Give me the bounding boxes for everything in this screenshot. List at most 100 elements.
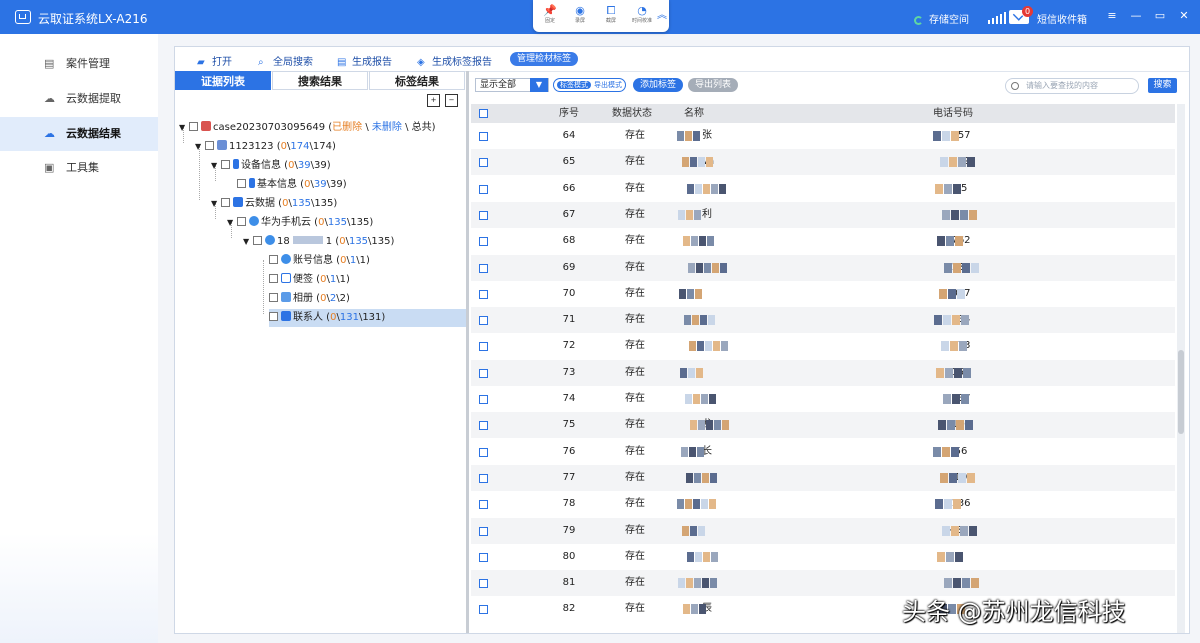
mode-toggle[interactable]: 标签模式 导出模式 (553, 78, 626, 92)
sidebar-item-cloud-extract[interactable]: ☁ 云数据提取 (0, 82, 158, 116)
table-row[interactable]: 65存在wa159 (471, 149, 1175, 176)
tree-checkbox[interactable] (253, 236, 262, 245)
tree-checkbox[interactable] (269, 293, 278, 302)
table-row[interactable]: 78 存在 136 (471, 491, 1175, 517)
table-row[interactable]: 72存在173 (471, 333, 1175, 359)
tree-node-case[interactable]: ▼ case20230703095649 (已删除 \ 未删除 \ 总共) (179, 119, 436, 137)
sidebar-item-toolbox[interactable]: ▣ 工具集 (0, 151, 158, 185)
column-header-phone[interactable]: 电话号码 (933, 104, 973, 123)
table-row[interactable]: 64 存在张 157 (471, 123, 1175, 149)
record-tool-button[interactable]: ◉ 录屏 (565, 4, 595, 25)
row-checkbox[interactable] (479, 210, 488, 220)
tree-node-account[interactable]: ▼ 18 1 (0\135\135) (243, 233, 394, 251)
table-row[interactable]: 75存在龙186 (471, 412, 1175, 439)
row-checkbox[interactable] (479, 395, 488, 404)
table-row[interactable]: 79存在+861 (471, 517, 1175, 544)
tree-checkbox[interactable] (237, 217, 246, 226)
sidebar-item-case-management[interactable]: ▤ 案件管理 (0, 47, 158, 81)
tree-node-contacts[interactable]: 联系人 (0\131\131) (269, 309, 466, 327)
maximize-button[interactable]: ▭ (1152, 8, 1168, 24)
tree-checkbox[interactable] (269, 312, 278, 321)
expand-all-icon[interactable]: + (427, 94, 440, 107)
tree-node-huawei-cloud[interactable]: ▼ 华为手机云 (0\135\135) (227, 214, 373, 232)
tree-node-device-info[interactable]: ▼ 设备信息 (0\39\39) (211, 157, 331, 175)
table-row[interactable]: 68存在762 (471, 228, 1175, 254)
chevron-down-icon[interactable]: ▼ (530, 78, 548, 92)
collapse-arrow-icon[interactable]: ▼ (211, 157, 221, 175)
row-checkbox[interactable] (479, 473, 488, 483)
minimize-button[interactable]: — (1128, 8, 1144, 24)
tree-node-cloud-data[interactable]: ▼ 云数据 (0\135\135) (211, 195, 337, 213)
table-row[interactable]: 69 存在 137 (471, 254, 1175, 281)
tab-search-results[interactable]: 搜索结果 (272, 71, 368, 90)
collapse-arrow-icon[interactable]: ▼ (179, 119, 189, 137)
tree-checkbox[interactable] (221, 198, 230, 207)
collapse-all-icon[interactable]: − (445, 94, 458, 107)
row-checkbox[interactable] (479, 447, 488, 457)
table-row[interactable]: 80 存在 (471, 544, 1175, 570)
close-button[interactable]: ✕ (1176, 8, 1192, 24)
export-list-button[interactable]: 导出列表 (688, 78, 739, 92)
collapse-arrow-icon[interactable]: ▼ (243, 233, 253, 251)
global-search-button[interactable]: ⌕ 全局搜索 (258, 53, 313, 68)
collapse-arrow-icon[interactable]: ▼ (227, 214, 237, 232)
generate-tag-report-button[interactable]: ◈ 生成标签报告 (417, 53, 492, 68)
column-header-status[interactable]: 数据状态 (612, 104, 652, 123)
table-row[interactable]: 73存在151 (471, 359, 1175, 386)
row-checkbox[interactable] (479, 316, 488, 326)
row-checkbox[interactable] (479, 552, 488, 562)
row-checkbox[interactable] (479, 184, 488, 194)
column-header-name[interactable]: 名称 (684, 104, 704, 123)
row-checkbox[interactable] (479, 132, 488, 141)
tree-checkbox[interactable] (189, 122, 198, 131)
table-row[interactable]: 76 存在 长 56 (471, 439, 1175, 465)
select-all-checkbox[interactable] (479, 109, 488, 118)
sidebar-item-cloud-results[interactable]: ☁ 云数据结果 (0, 117, 158, 151)
tree-checkbox[interactable] (205, 141, 214, 150)
tree-node-album[interactable]: 相册 (0\2\2) (269, 290, 350, 308)
chevron-up-icon[interactable]: ︽ (657, 10, 669, 22)
vertical-scrollbar[interactable] (1177, 104, 1185, 633)
collapse-arrow-icon[interactable]: ▼ (195, 138, 205, 156)
row-checkbox[interactable] (479, 500, 488, 510)
tree-node-evidence[interactable]: ▼ 1123123 (0\174\174) (195, 138, 336, 156)
tab-evidence-list[interactable]: 证据列表 (175, 71, 271, 90)
export-mode-option[interactable]: 导出模式 (594, 81, 622, 89)
row-checkbox[interactable] (479, 605, 488, 615)
manage-tags-button[interactable]: 管理检材标签 (510, 52, 579, 66)
table-row[interactable]: 67 存在利 (471, 201, 1175, 228)
row-checkbox[interactable] (479, 526, 488, 536)
tree-checkbox[interactable] (269, 255, 278, 264)
storage-indicator[interactable]: 存储空间 (914, 11, 969, 26)
tab-tag-results[interactable]: 标签结果 (369, 71, 465, 90)
row-checkbox[interactable] (479, 421, 488, 431)
table-row[interactable]: 66 存在 15 (471, 176, 1175, 202)
pin-tool-button[interactable]: 📌 固定 (535, 4, 565, 25)
generate-report-button[interactable]: ▤ 生成报告 (337, 53, 392, 68)
row-checkbox[interactable] (479, 289, 488, 299)
sms-inbox-label[interactable]: 短信收件箱 (1037, 11, 1087, 26)
crop-tool-button[interactable]: ⧠ 截屏 (596, 4, 626, 25)
table-row[interactable]: 74存在137 (471, 386, 1175, 412)
row-checkbox[interactable] (479, 237, 488, 247)
menu-icon[interactable]: ≡ (1104, 8, 1120, 24)
row-checkbox[interactable] (479, 368, 488, 378)
tree-node-notes[interactable]: 便签 (0\1\1) (269, 271, 350, 289)
tree-node-basic-info[interactable]: 基本信息 (0\39\39) (237, 176, 347, 194)
table-row[interactable]: 71存在134 (471, 307, 1175, 334)
row-checkbox[interactable] (479, 342, 488, 352)
open-button[interactable]: ▰ 打开 (197, 53, 232, 68)
row-checkbox[interactable] (479, 263, 488, 273)
time-tool-button[interactable]: ◔ 时间校准 (627, 4, 657, 25)
tree-node-account-info[interactable]: 账号信息 (0\1\1) (269, 252, 370, 270)
tree-checkbox[interactable] (237, 179, 246, 188)
search-button[interactable]: 搜索 (1148, 78, 1177, 93)
tree-checkbox[interactable] (221, 160, 230, 169)
tree-checkbox[interactable] (269, 274, 278, 283)
row-checkbox[interactable] (479, 158, 488, 168)
table-row[interactable]: 77存在19 (471, 464, 1175, 491)
search-input[interactable]: 请输入要查找的内容 (1005, 78, 1139, 94)
row-checkbox[interactable] (479, 579, 488, 589)
add-tag-button[interactable]: 添加标签 (633, 78, 684, 92)
column-header-index[interactable]: 序号 (559, 104, 579, 123)
